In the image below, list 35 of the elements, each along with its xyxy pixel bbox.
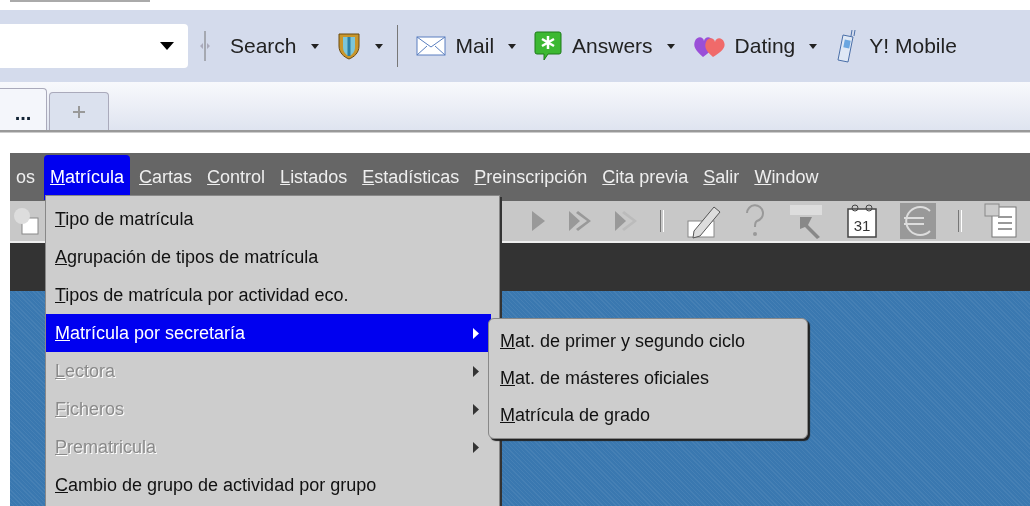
- caret-icon[interactable]: [374, 43, 383, 49]
- menu-item[interactable]: Matrícula: [44, 154, 131, 200]
- menu-item[interactable]: Window: [748, 154, 825, 200]
- menu-item[interactable]: Mat. de másteres oficiales: [489, 360, 807, 397]
- toolbar-link[interactable]: Dating: [734, 34, 796, 58]
- menu-item[interactable]: os: [10, 154, 41, 200]
- menu-item[interactable]: Matrícula por secretaría: [46, 314, 491, 352]
- new-tab-button[interactable]: [49, 92, 109, 130]
- menu-item[interactable]: Cita previa: [596, 154, 695, 200]
- address-field[interactable]: [0, 24, 188, 68]
- menu-item[interactable]: Salir: [697, 154, 746, 200]
- grip-icon: [200, 31, 210, 61]
- euro-icon[interactable]: [900, 203, 936, 239]
- envelope-icon[interactable]: [415, 36, 446, 56]
- toolbar-link[interactable]: Mail: [455, 34, 495, 58]
- caret-icon[interactable]: [508, 43, 517, 49]
- caret-icon[interactable]: [809, 43, 818, 49]
- toolbar-link[interactable]: Y! Mobile: [869, 34, 957, 58]
- plus-icon: [73, 105, 85, 118]
- caret-icon[interactable]: [666, 43, 675, 49]
- menu-item[interactable]: Tipos de matrícula por actividad eco.: [46, 276, 491, 314]
- menu-item[interactable]: Cambio de grupo de actividad por grupo: [46, 466, 491, 504]
- menu-item[interactable]: Mat. de primer y segundo ciclo: [489, 323, 807, 360]
- speech-bubble-icon[interactable]: [534, 31, 563, 61]
- caret-icon[interactable]: [310, 43, 319, 49]
- toolbar-link[interactable]: Answers: [572, 34, 653, 58]
- browser-tab[interactable]: ...: [0, 88, 47, 130]
- menu-item[interactable]: Tipo de matrícula: [46, 200, 491, 238]
- menu-item[interactable]: Matrícula de grado: [489, 397, 807, 434]
- menu-item[interactable]: Agrupación de tipos de matrícula: [46, 238, 491, 276]
- document-icon[interactable]: [984, 203, 1018, 239]
- toolbar-link[interactable]: Search: [230, 34, 297, 58]
- menu-item[interactable]: Preinscripción: [468, 154, 594, 200]
- dropdown-arrow-icon[interactable]: [160, 42, 174, 50]
- shield-icon[interactable]: [336, 32, 361, 60]
